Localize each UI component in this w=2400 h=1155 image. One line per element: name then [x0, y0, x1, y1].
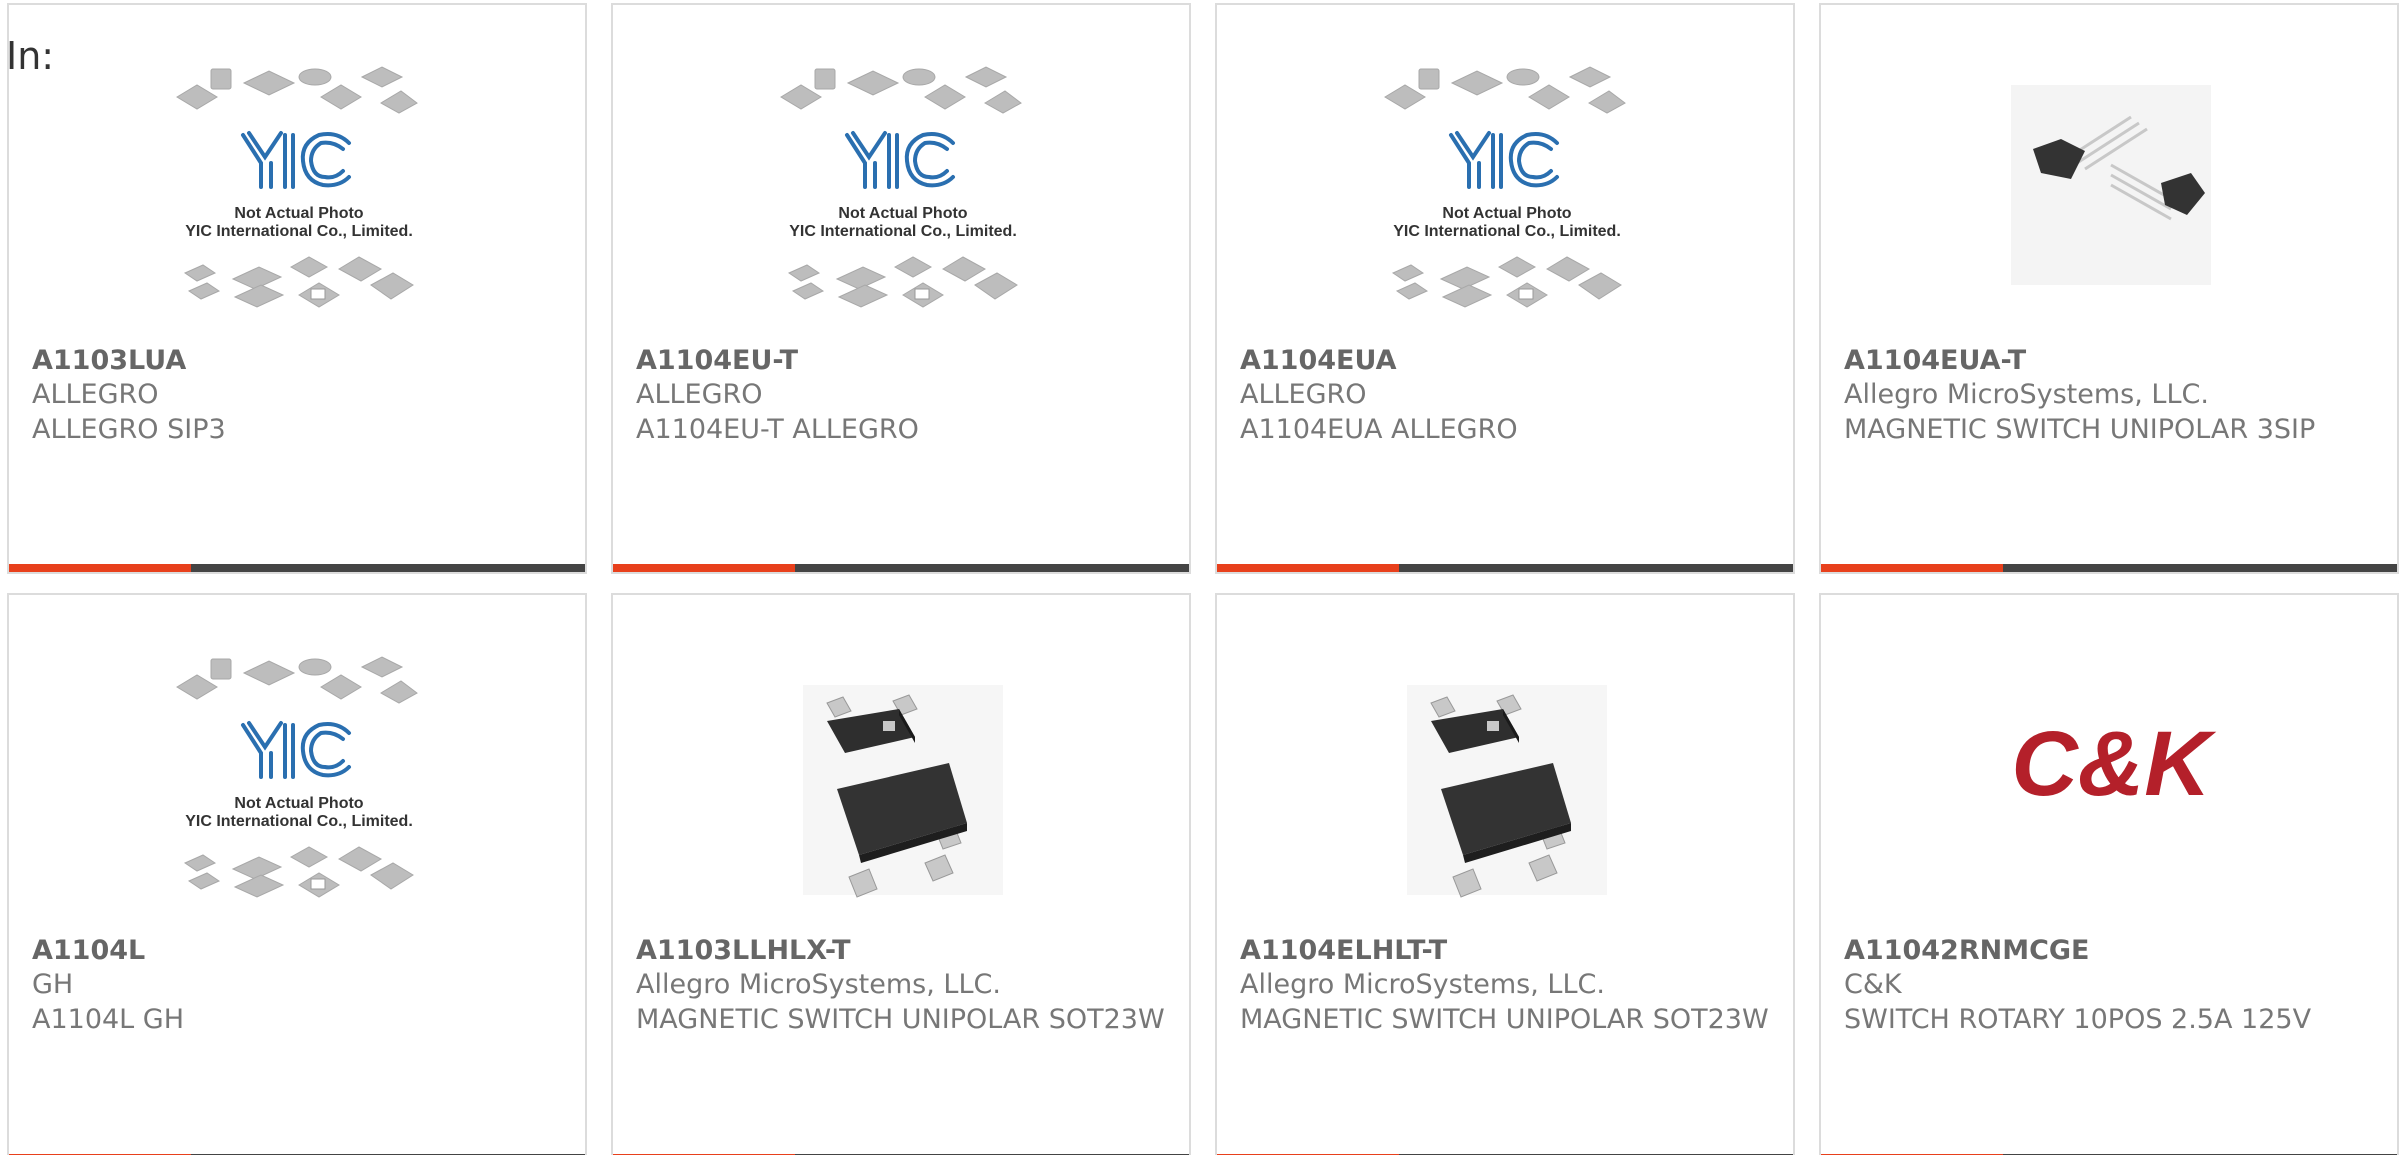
card-accent-bar: [1217, 564, 1399, 572]
ck-logo-image[interactable]: C&K: [1961, 645, 2261, 935]
part-number[interactable]: A11042RNMCGE: [1844, 935, 2090, 966]
product-card[interactable]: Not Actual Photo YIC International Co., …: [611, 3, 1191, 574]
card-bottom-bar: [1217, 564, 1793, 572]
part-number[interactable]: A1104EUA: [1240, 345, 1396, 376]
yic-placeholder-image[interactable]: Not Actual Photo YIC International Co., …: [753, 55, 1053, 345]
card-accent-bar: [613, 564, 795, 572]
sot23-package-image[interactable]: [753, 645, 1053, 935]
manufacturer: Allegro MicroSystems, LLC.: [636, 969, 1001, 1000]
product-description: A1104EU-T ALLEGRO: [636, 414, 919, 445]
manufacturer: GH: [32, 969, 74, 1000]
product-card[interactable]: Not Actual Photo YIC International Co., …: [1215, 3, 1795, 574]
product-description: SWITCH ROTARY 10POS 2.5A 125V: [1844, 1004, 2312, 1035]
card-accent-bar: [1821, 564, 2003, 572]
product-description: MAGNETIC SWITCH UNIPOLAR SOT23W: [1240, 1004, 1769, 1035]
product-description: MAGNETIC SWITCH UNIPOLAR 3SIP: [1844, 414, 2316, 445]
yic-placeholder-image[interactable]: Not Actual Photo YIC International Co., …: [149, 645, 449, 935]
placeholder-company: YIC International Co., Limited.: [185, 223, 413, 240]
part-number[interactable]: A1104EUA-T: [1844, 345, 2026, 376]
product-card[interactable]: A1104EUA-T Allegro MicroSystems, LLC. MAGN…: [1819, 3, 2399, 574]
part-number[interactable]: A1104ELHLT-T: [1240, 935, 1447, 966]
part-number[interactable]: A1104L: [32, 935, 145, 966]
product-card[interactable]: Not Actual Photo YIC International Co., …: [7, 3, 587, 574]
part-number[interactable]: A1104EU-T: [636, 345, 798, 376]
placeholder-company: YIC International Co., Limited.: [185, 813, 413, 830]
product-card[interactable]: C&K A11042RNMCGE C&K SWITCH ROTARY 10POS 2…: [1819, 593, 2399, 1155]
sot23-package-image[interactable]: [1357, 645, 1657, 935]
product-grid: Not Actual Photo YIC International Co., …: [7, 3, 2399, 1155]
product-card[interactable]: A1104ELHLT-T Allegro MicroSystems, LLC. MA…: [1215, 593, 1795, 1155]
filter-label: In:: [6, 34, 55, 78]
product-description: A1104EUA ALLEGRO: [1240, 414, 1518, 445]
card-bottom-bar: [9, 564, 585, 572]
placeholder-company: YIC International Co., Limited.: [789, 223, 1017, 240]
placeholder-caption: Not Actual Photo: [234, 795, 363, 812]
card-accent-bar: [9, 564, 191, 572]
yic-placeholder-image[interactable]: Not Actual Photo YIC International Co., …: [1357, 55, 1657, 345]
placeholder-company: YIC International Co., Limited.: [1393, 223, 1621, 240]
manufacturer: ALLEGRO: [636, 379, 763, 410]
placeholder-caption: Not Actual Photo: [838, 205, 967, 222]
part-number[interactable]: A1103LUA: [32, 345, 186, 376]
manufacturer: ALLEGRO: [1240, 379, 1367, 410]
product-description: A1104L GH: [32, 1004, 185, 1035]
yic-placeholder-image[interactable]: Not Actual Photo YIC International Co., …: [149, 55, 449, 345]
manufacturer: Allegro MicroSystems, LLC.: [1844, 379, 2209, 410]
placeholder-caption: Not Actual Photo: [234, 205, 363, 222]
product-card[interactable]: A1103LLHLX-T Allegro MicroSystems, LLC. MA…: [611, 593, 1191, 1155]
product-card[interactable]: Not Actual Photo YIC International Co., …: [7, 593, 587, 1155]
card-bottom-bar: [613, 564, 1189, 572]
part-number[interactable]: A1103LLHLX-T: [636, 935, 851, 966]
brand-logo-text: C&K: [2011, 713, 2217, 815]
placeholder-caption: Not Actual Photo: [1442, 205, 1571, 222]
product-description: MAGNETIC SWITCH UNIPOLAR SOT23W: [636, 1004, 1165, 1035]
manufacturer: ALLEGRO: [32, 379, 159, 410]
to92-sensor-image[interactable]: [1961, 55, 2261, 345]
product-results-page: In: Not Actual Photo YIC International C…: [0, 0, 2400, 1155]
product-description: ALLEGRO SIP3: [32, 414, 226, 445]
manufacturer: Allegro MicroSystems, LLC.: [1240, 969, 1605, 1000]
card-bottom-bar: [1821, 564, 2397, 572]
manufacturer: C&K: [1844, 969, 1902, 1000]
